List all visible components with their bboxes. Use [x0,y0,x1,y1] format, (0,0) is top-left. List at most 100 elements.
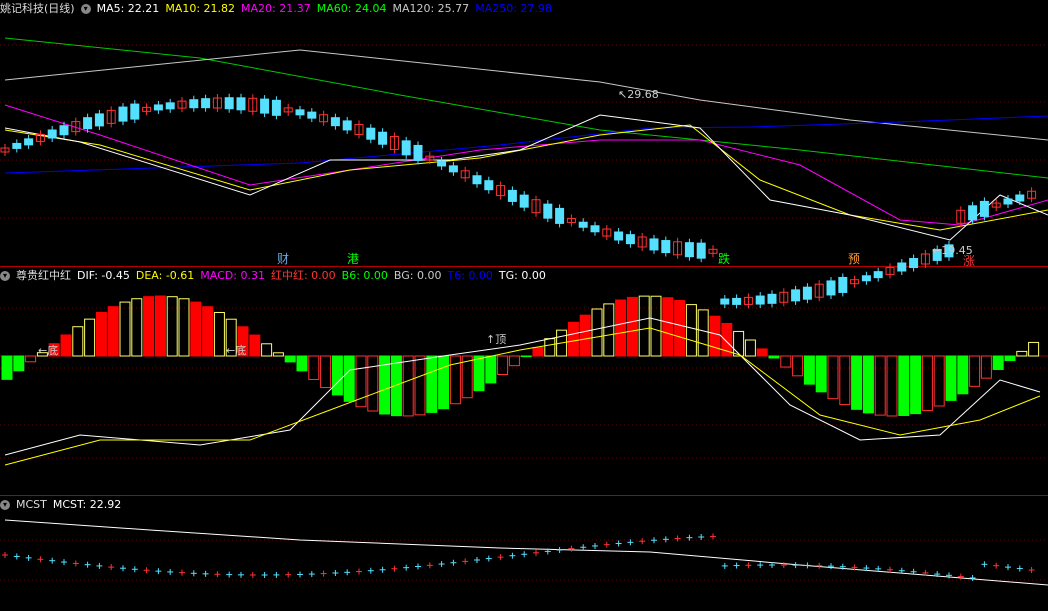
candle-body [838,276,848,293]
candle-body [401,140,411,156]
candle-body [165,102,175,110]
candle-body [909,258,919,269]
candle-body [661,240,671,254]
macd-histogram-bar [803,355,815,385]
macd-histogram-bar [921,355,933,411]
bottom-signal-1: ←底 [38,344,59,357]
candle-body [484,180,494,191]
candle-body [755,295,765,305]
macd-histogram-bar [1016,350,1028,357]
macd-histogram-bar [827,355,839,400]
macd-histogram-bar [143,296,155,357]
macd-histogram-bar [331,355,343,396]
macd-histogram-bar [1004,355,1016,361]
candle-body [83,117,93,130]
macd-histogram-bar [367,355,379,412]
ma5-line [4,114,1048,241]
candle-body [968,205,978,221]
candle-body [189,99,199,109]
candle-body [342,120,352,131]
macd-histogram-bar [957,355,969,395]
macd-histogram-bar [497,355,509,375]
candle-body [578,221,588,228]
macd-histogram-bar [733,330,745,357]
macd-histogram-bar [697,309,709,357]
macd-histogram-bar [308,355,320,380]
macd-histogram-bar [249,334,261,357]
candle-body [1003,198,1013,205]
macd-histogram-bar [839,355,851,406]
candle-body [649,238,659,251]
candle-body [378,131,388,145]
candle-body [307,111,317,119]
stock-chart-canvas[interactable] [0,0,1048,611]
macd-histogram-bar [178,298,190,357]
candle-body [260,98,270,114]
candle-body [684,242,694,258]
candle-body [366,127,376,140]
candle-body [224,97,234,110]
candle-body [236,97,246,111]
macd-histogram-bar [426,355,438,413]
macd-histogram-bar [166,296,178,357]
mcst-line [4,519,1048,586]
macd-histogram-bar [544,338,556,357]
candle-body [791,289,801,302]
candle-body [295,109,305,116]
candle-body [555,207,565,224]
macd-histogram-bar [473,355,485,392]
macd-histogram-bar [402,355,414,417]
macd-histogram-bar [532,347,544,357]
macd-histogram-bar [13,355,25,372]
candle-body [448,165,458,173]
candle-body [59,125,69,136]
macd-histogram-bar [131,298,143,357]
candle-body [24,138,34,146]
macd-histogram-bar [390,355,402,417]
macd-histogram-bar [768,355,780,359]
candle-body [614,231,624,241]
macd-histogram-bar [520,355,532,358]
candle-body [696,242,706,259]
ma120-line [4,49,1048,141]
candle-body [201,98,211,109]
macd-histogram-bar [626,296,638,357]
macd-histogram-bar [154,295,166,357]
macd-histogram-bar [898,355,910,416]
candle-body [507,189,517,202]
macd-histogram-bar [579,314,591,357]
bottom-signal-2: ←底 [226,344,247,357]
macd-histogram-bar [296,355,308,372]
candle-body [543,203,553,219]
macd-histogram-bar [874,355,886,416]
macd-histogram-bar [685,304,697,357]
candle-body [130,103,140,120]
macd-histogram-bar [320,355,332,389]
macd-histogram-bar [674,300,686,357]
macd-histogram-bar [969,355,981,387]
high-price-label: ↖29.68 [618,88,659,101]
candle-body [897,262,907,272]
ma10-line [4,124,1048,231]
macd-histogram-bar [792,355,804,377]
candle-body [802,286,812,300]
macd-histogram-bar [615,299,627,357]
macd-histogram-bar [744,339,756,357]
macd-histogram-bar [709,315,721,357]
macd-histogram-bar [508,355,520,367]
macd-histogram-bar [107,306,119,357]
event-marker-die: 跌 [718,252,731,266]
macd-histogram-bar [815,355,827,393]
macd-histogram-bar [910,355,922,415]
candle-body [590,225,600,233]
event-marker-zhang: 涨 [963,254,976,268]
candle-body [472,175,482,185]
macd-histogram-bar [980,355,992,379]
macd-histogram-bar [945,355,957,401]
macd-histogram-bar [1028,341,1040,357]
candle-body [861,275,871,282]
candle-body [767,293,777,304]
macd-histogram-bar [591,308,603,357]
macd-histogram-bar [72,326,84,357]
candle-body [413,144,423,161]
